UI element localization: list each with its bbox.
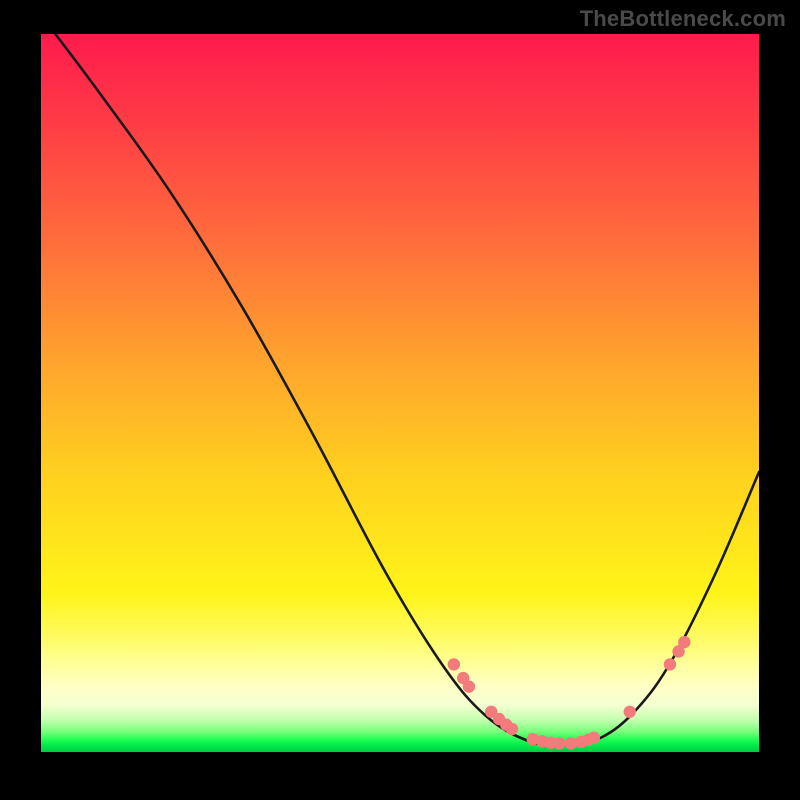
data-marker	[664, 658, 676, 670]
markers-group	[448, 636, 691, 750]
data-marker	[463, 680, 475, 692]
data-marker	[588, 731, 600, 743]
data-marker	[553, 737, 565, 749]
root-container: TheBottleneck.com	[0, 0, 800, 800]
data-marker	[678, 636, 690, 648]
watermark-text: TheBottleneck.com	[580, 6, 786, 32]
plot-frame	[41, 34, 759, 752]
data-marker	[624, 706, 636, 718]
data-marker	[506, 723, 518, 735]
data-marker	[448, 658, 460, 670]
markers-svg	[41, 34, 759, 752]
